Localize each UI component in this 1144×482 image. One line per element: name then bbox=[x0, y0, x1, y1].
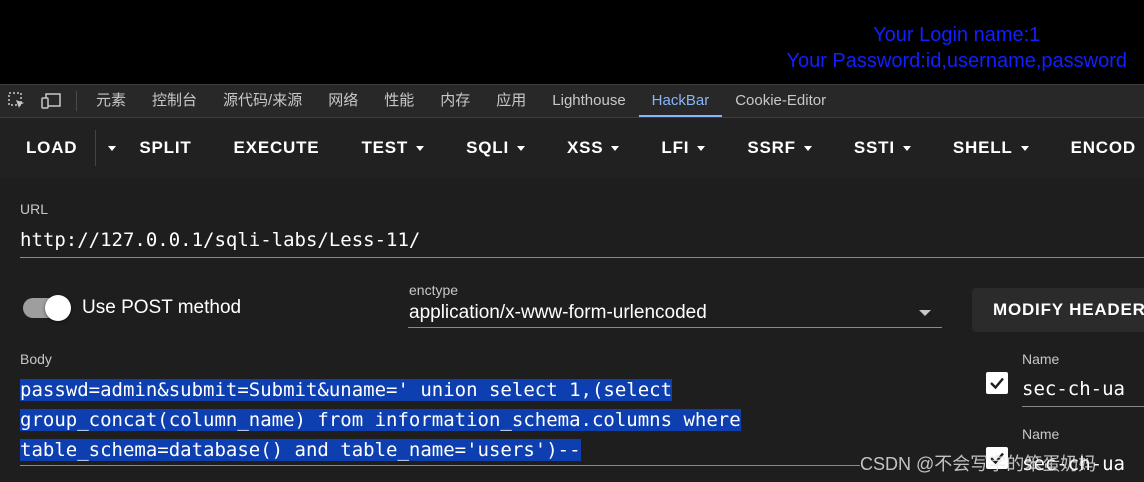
tab-network[interactable]: 网络 bbox=[315, 85, 371, 117]
caret-down-icon bbox=[516, 145, 525, 151]
selected-text: group_concat(column_name) from informati… bbox=[20, 409, 741, 431]
sqli-menu-button[interactable]: SQLI bbox=[466, 138, 525, 158]
csdn-watermark: CSDN @不会写字的笨蛋奶妈 bbox=[860, 454, 1097, 474]
caret-down-icon bbox=[108, 145, 117, 151]
encoding-menu-button[interactable]: ENCOD bbox=[1071, 138, 1136, 158]
header-name-label: Name bbox=[1022, 351, 1060, 367]
selected-text: passwd=admin&submit=Submit&uname=' union… bbox=[20, 379, 673, 401]
tab-elements[interactable]: 元素 bbox=[83, 85, 139, 117]
split-button[interactable]: SPLIT bbox=[139, 138, 191, 158]
body-line: table_schema=database() and table_name='… bbox=[20, 435, 850, 465]
tab-sources[interactable]: 源代码/来源 bbox=[210, 85, 315, 117]
enctype-label: enctype bbox=[409, 282, 459, 298]
caret-down-icon bbox=[1020, 145, 1029, 151]
login-result-message: Your Login name:1 Your Password:id,usern… bbox=[786, 22, 1127, 74]
caret-down-icon bbox=[611, 145, 620, 151]
login-name-text: Your Login name:1 bbox=[873, 24, 1041, 46]
tab-bar-divider bbox=[76, 91, 77, 111]
url-label: URL bbox=[20, 201, 49, 217]
use-post-label: Use POST method bbox=[82, 297, 242, 318]
post-toggle-switch[interactable] bbox=[45, 295, 71, 321]
selected-text: table_schema=database() and table_name='… bbox=[20, 439, 581, 461]
body-underline bbox=[20, 465, 860, 466]
test-menu-button[interactable]: TEST bbox=[361, 138, 425, 158]
login-password-text: Your Password:id,username,password bbox=[786, 50, 1127, 72]
body-line: group_concat(column_name) from informati… bbox=[20, 405, 850, 435]
tab-performance[interactable]: 性能 bbox=[371, 85, 427, 117]
header-name-underline bbox=[1022, 406, 1144, 407]
tab-application[interactable]: 应用 bbox=[483, 85, 539, 117]
modify-header-button[interactable]: MODIFY HEADER bbox=[972, 288, 1144, 332]
dropdown-arrow-icon[interactable] bbox=[919, 310, 931, 316]
body-label: Body bbox=[20, 351, 52, 367]
body-textarea[interactable]: passwd=admin&submit=Submit&uname=' union… bbox=[20, 375, 850, 465]
devtools-tab-bar: 元素 控制台 源代码/来源 网络 性能 内存 应用 Lighthouse Hac… bbox=[0, 84, 1144, 118]
lfi-menu-button[interactable]: LFI bbox=[661, 138, 706, 158]
caret-down-icon bbox=[803, 145, 812, 151]
caret-down-icon bbox=[697, 145, 706, 151]
execute-button[interactable]: EXECUTE bbox=[234, 138, 320, 158]
page-output-area: Your Login name:1 Your Password:id,usern… bbox=[0, 0, 1144, 84]
header-checkbox[interactable] bbox=[986, 372, 1008, 394]
header-name-input[interactable]: sec-ch-ua bbox=[1022, 378, 1125, 400]
tab-cookie-editor[interactable]: Cookie-Editor bbox=[722, 85, 839, 117]
load-divider bbox=[95, 130, 97, 166]
body-line: passwd=admin&submit=Submit&uname=' union… bbox=[20, 375, 850, 405]
tab-lighthouse[interactable]: Lighthouse bbox=[539, 85, 638, 117]
ssti-menu-button[interactable]: SSTI bbox=[854, 138, 911, 158]
device-toolbar-icon[interactable] bbox=[34, 85, 68, 117]
shell-menu-button[interactable]: SHELL bbox=[953, 138, 1029, 158]
tab-console[interactable]: 控制台 bbox=[139, 85, 210, 117]
inspect-element-icon[interactable] bbox=[0, 85, 34, 117]
caret-down-icon bbox=[416, 145, 425, 151]
load-options-button[interactable] bbox=[100, 145, 117, 151]
enctype-underline bbox=[408, 327, 942, 328]
enctype-select[interactable]: application/x-www-form-urlencoded bbox=[409, 302, 707, 324]
load-button[interactable]: LOAD bbox=[26, 138, 77, 158]
tab-memory[interactable]: 内存 bbox=[427, 85, 483, 117]
caret-down-icon bbox=[902, 145, 911, 151]
hackbar-toolbar: LOAD SPLIT EXECUTE TEST SQLI XSS LFI SSR… bbox=[0, 118, 1144, 178]
checkmark-icon bbox=[990, 377, 1004, 390]
xss-menu-button[interactable]: XSS bbox=[567, 138, 620, 158]
ssrf-menu-button[interactable]: SSRF bbox=[747, 138, 812, 158]
header-name-label: Name bbox=[1022, 426, 1060, 442]
url-input[interactable]: http://127.0.0.1/sqli-labs/Less-11/ bbox=[20, 229, 420, 251]
tab-hackbar[interactable]: HackBar bbox=[638, 85, 723, 117]
url-input-underline bbox=[20, 257, 1144, 258]
